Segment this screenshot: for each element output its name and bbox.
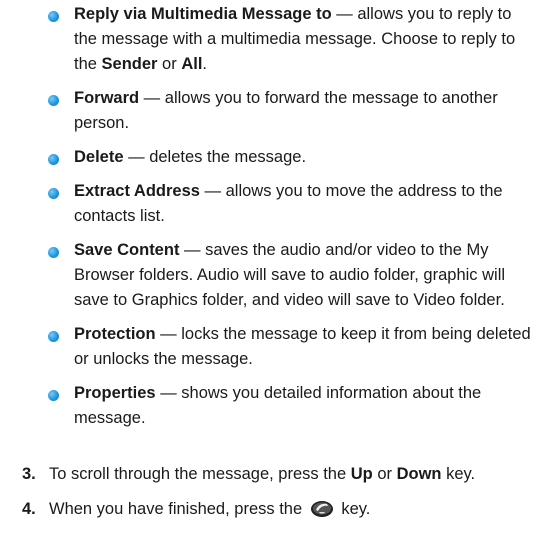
option-term: Save Content: [74, 241, 180, 259]
option-all: All: [181, 55, 203, 73]
option-term: Reply via Multimedia Message to: [74, 5, 332, 23]
step-text-end: key.: [336, 500, 371, 518]
option-list: Reply via Multimedia Message to — allows…: [48, 2, 533, 440]
step-text-end: key.: [441, 465, 476, 483]
bullet-icon: [48, 187, 59, 199]
option-term: Forward: [74, 89, 140, 107]
step-text-or: or: [372, 465, 397, 483]
option-term: Extract Address: [74, 182, 200, 200]
option-item: Reply via Multimedia Message to — allows…: [48, 2, 533, 77]
option-term: Protection: [74, 325, 156, 343]
step-item: 3. To scroll through the message, press …: [0, 462, 519, 487]
manual-page: Reply via Multimedia Message to — allows…: [0, 0, 539, 558]
bullet-icon: [48, 94, 59, 106]
end-key-icon: [310, 499, 334, 518]
step-list: 3. To scroll through the message, press …: [0, 462, 539, 532]
down-key-label: Down: [396, 465, 442, 483]
option-desc: — deletes the message.: [123, 148, 307, 166]
option-item: Forward — allows you to forward the mess…: [48, 86, 533, 136]
option-item: Extract Address — allows you to move the…: [48, 179, 533, 229]
option-item: Save Content — saves the audio and/or vi…: [48, 238, 533, 313]
bullet-icon: [48, 10, 59, 22]
option-term: Properties: [74, 384, 156, 402]
option-item: Protection — locks the message to keep i…: [48, 322, 533, 372]
option-desc-end: .: [202, 55, 207, 73]
option-desc-or: or: [157, 55, 182, 73]
bullet-icon: [48, 153, 59, 165]
bullet-icon: [48, 389, 59, 401]
up-key-label: Up: [350, 465, 373, 483]
step-text: To scroll through the message, press the: [49, 465, 351, 483]
option-sender: Sender: [101, 55, 158, 73]
step-number: 4.: [22, 500, 36, 518]
option-term: Delete: [74, 148, 124, 166]
bullet-icon: [48, 330, 59, 342]
option-item: Delete — deletes the message.: [48, 145, 533, 170]
step-number: 3.: [22, 465, 36, 483]
option-item: Properties — shows you detailed informat…: [48, 381, 533, 431]
bullet-icon: [48, 246, 59, 258]
step-item: 4. When you have finished, press the key…: [0, 497, 519, 522]
step-text: When you have finished, press the: [49, 500, 307, 518]
